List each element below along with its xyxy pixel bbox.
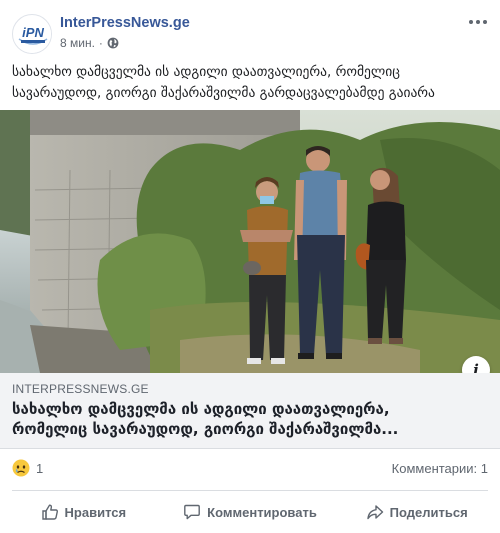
thumbs-up-icon xyxy=(41,504,58,520)
comment-button[interactable]: Комментировать xyxy=(167,491,334,533)
svg-text:iPN: iPN xyxy=(22,25,44,40)
share-label: Поделиться xyxy=(389,504,468,520)
comment-bubble-icon xyxy=(184,504,201,520)
comment-label: Комментировать xyxy=(207,504,317,520)
photo-scene xyxy=(0,110,500,373)
action-bar: Нравится Комментировать Поделиться xyxy=(0,491,500,533)
link-domain: INTERPRESSNEWS.GE xyxy=(12,382,149,396)
post-header: iPN InterPressNews.ge 8 мин. · xyxy=(0,0,500,58)
share-arrow-icon xyxy=(366,505,383,520)
page-avatar[interactable]: iPN xyxy=(12,14,52,54)
link-preview-card[interactable]: INTERPRESSNEWS.GE სახალხო დამცველმა ის ა… xyxy=(0,373,500,449)
post-meta: 8 мин. · xyxy=(60,36,119,50)
post-caption: სახალხო დამცველმა ის ადგილი დაათვალიერა,… xyxy=(12,64,435,101)
facebook-post: iPN InterPressNews.ge 8 мин. · სახალხო დ… xyxy=(0,0,500,533)
more-options-button[interactable] xyxy=(466,14,490,30)
reaction-summary[interactable]: 1 xyxy=(12,459,43,477)
page-name-link[interactable]: InterPressNews.ge xyxy=(60,15,190,31)
link-title[interactable]: სახალხო დამცველმა ის ადგილი დაათვალიერა,… xyxy=(12,399,488,439)
comments-count-link[interactable]: Комментарии: 1 xyxy=(392,461,488,476)
post-photo[interactable]: i xyxy=(0,110,500,373)
reaction-count: 1 xyxy=(36,460,44,476)
meta-separator: · xyxy=(98,36,103,50)
like-button[interactable]: Нравится xyxy=(0,491,167,533)
sad-face-icon xyxy=(12,459,30,477)
share-button[interactable]: Поделиться xyxy=(333,491,500,533)
ipn-logo: iPN xyxy=(14,16,51,53)
like-label: Нравится xyxy=(64,504,127,520)
post-time[interactable]: 8 мин. xyxy=(60,36,95,50)
globe-icon[interactable] xyxy=(107,37,119,49)
post-stats: 1 Комментарии: 1 xyxy=(0,449,500,489)
